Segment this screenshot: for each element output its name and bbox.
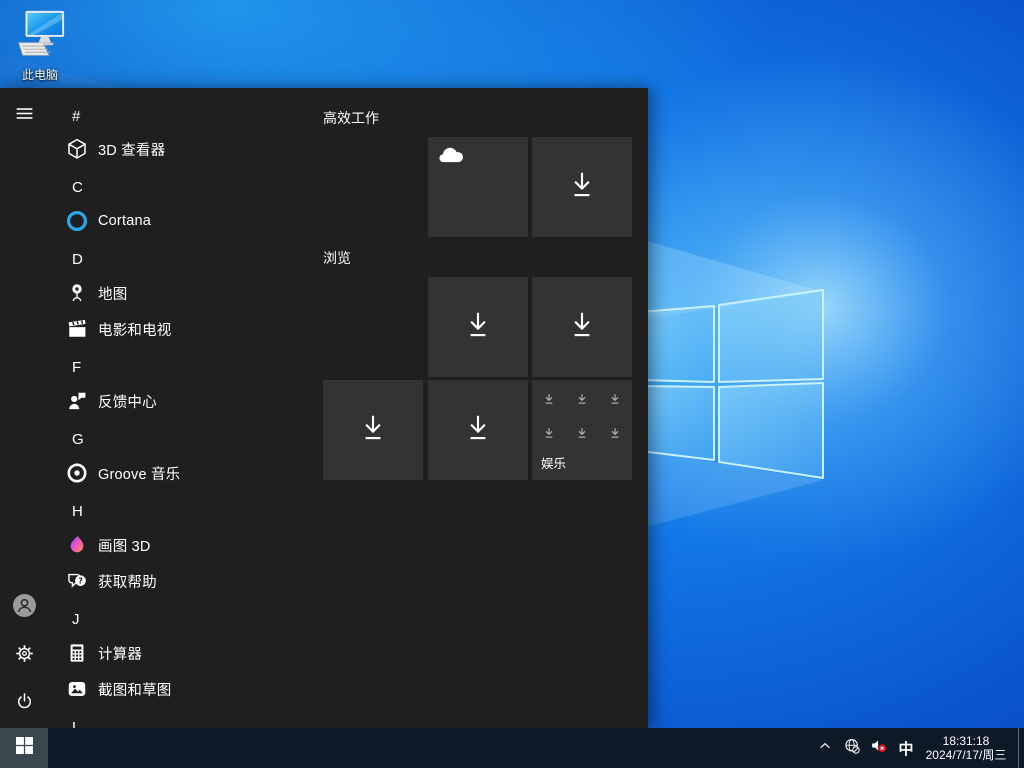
globe-no-internet-icon <box>843 737 861 760</box>
show-hidden-icons-button[interactable] <box>812 728 838 768</box>
speaker-muted-icon <box>869 736 888 760</box>
tile-pending-download-3[interactable] <box>532 277 632 377</box>
download-arrow-icon <box>609 426 621 438</box>
download-arrow-icon <box>543 426 555 438</box>
clock-time: 18:31:18 <box>943 734 990 748</box>
tile-pending-download-5[interactable] <box>428 380 528 480</box>
desktop: 此电脑 <box>0 0 1024 768</box>
system-tray: 中 18:31:18 2024/7/17/周三 <box>812 728 1024 768</box>
chevron-up-icon <box>817 738 833 759</box>
start-menu: #3D 查看器CCortanaD地图电影和电视F反馈中心GGroove 音乐H画… <box>0 88 648 728</box>
onedrive-cloud-icon <box>437 146 464 168</box>
download-arrow-icon <box>565 308 599 347</box>
tile-pending-download-1[interactable] <box>532 137 632 237</box>
ime-label: 中 <box>898 738 913 759</box>
desktop-icon-this-pc[interactable]: 此电脑 <box>8 8 72 82</box>
tile-onedrive[interactable] <box>428 137 528 237</box>
this-pc-icon <box>13 49 67 66</box>
start-button[interactable] <box>0 728 48 768</box>
this-pc-label: 此电脑 <box>8 68 72 82</box>
clock[interactable]: 18:31:18 2024/7/17/周三 <box>920 728 1018 768</box>
network-status-button[interactable] <box>838 728 865 768</box>
download-arrow-icon <box>461 308 495 347</box>
download-arrow-icon <box>609 392 621 404</box>
show-desktop-button[interactable] <box>1018 728 1024 768</box>
download-arrow-icon <box>565 168 599 207</box>
windows-start-icon <box>16 737 33 759</box>
ime-indicator[interactable]: 中 <box>892 728 920 768</box>
download-arrow-icon <box>461 411 495 450</box>
download-arrow-icon <box>576 426 588 438</box>
download-arrow-icon <box>576 392 588 404</box>
download-arrow-icon <box>543 392 555 404</box>
volume-button[interactable] <box>865 728 892 768</box>
tile-area: 高效工作浏览娱乐 <box>0 88 648 728</box>
taskbar: 中 18:31:18 2024/7/17/周三 <box>0 728 1024 768</box>
tile-group-label: 浏览 <box>323 248 351 268</box>
clock-date: 2024/7/17/周三 <box>926 748 1007 762</box>
tile-folder-label: 娱乐 <box>541 453 566 472</box>
tile-group-label: 高效工作 <box>323 108 379 128</box>
tile-pending-download-4[interactable] <box>323 380 423 480</box>
tile-pending-download-2[interactable] <box>428 277 528 377</box>
download-arrow-icon <box>356 411 390 450</box>
tile-entertainment-folder[interactable]: 娱乐 <box>532 380 632 480</box>
